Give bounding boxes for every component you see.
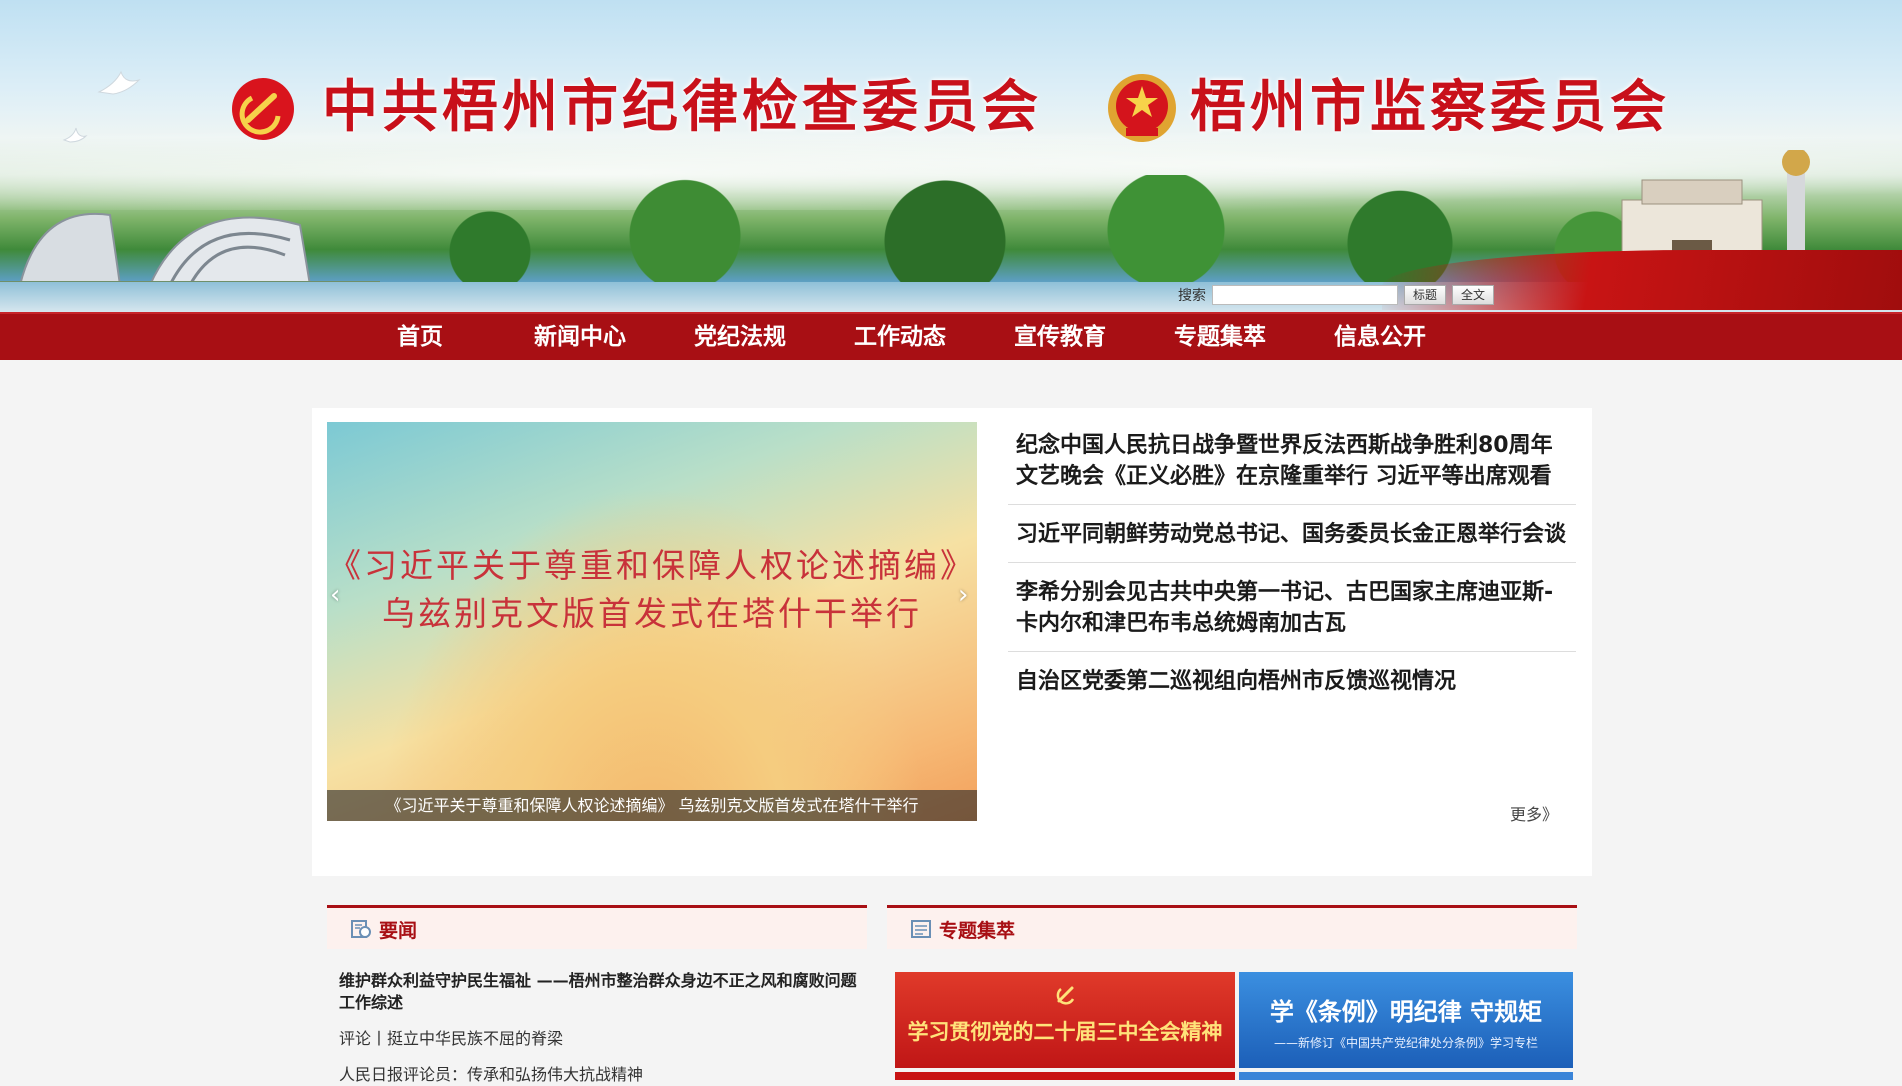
search-title-button[interactable]: 标题 [1404,285,1447,305]
topic-banner-plenum[interactable]: 学习贯彻党的二十届三中全会精神 [895,972,1235,1068]
search-input[interactable] [1212,285,1398,305]
dove-icon-small [62,127,88,143]
topic-banner-regulations-subtext: ——新修订《中国共产党纪律处分条例》学习专栏 [1273,1036,1538,1050]
nav-item-disclosure[interactable]: 信息公开 [1300,314,1460,360]
search-bar: 搜索 标题 全文 [1178,284,1495,306]
headline-list: 纪念中国人民抗日战争暨世界反法西斯战争胜利80周年文艺晚会《正义必胜》在京隆重举… [1008,430,1576,723]
slide-caption[interactable]: 《习近平关于尊重和保障人权论述摘编》 乌兹别克文版首发式在塔什干举行 [327,790,977,821]
nav-item-regulations[interactable]: 党纪法规 [660,314,820,360]
list-item: 习近平同朝鲜劳动党总书记、国务委员长金正恩举行会谈 [1008,519,1576,563]
topic-banner-plenum-text: 学习贯彻党的二十届三中全会精神 [907,1020,1223,1044]
headline-link[interactable]: 李希分别会见古共中央第一书记、古巴国家主席迪亚斯-卡内尔和津巴布韦总统姆南加古瓦 [1016,580,1553,636]
topic-banner-strip[interactable] [1239,1072,1573,1080]
news-icon [351,920,371,938]
party-emblem-icon [232,78,294,140]
nav-item-work-updates[interactable]: 工作动态 [820,314,980,360]
party-emblem-icon [1056,986,1075,1005]
search-fulltext-button[interactable]: 全文 [1452,285,1495,305]
headline-link[interactable]: 习近平同朝鲜劳动党总书记、国务委员长金正恩举行会谈 [1016,522,1566,547]
topics-title: 专题集萃 [939,920,1016,942]
search-label: 搜索 [1178,288,1206,304]
cdi-title: 中共梧州市纪律检查委员会 [322,74,1042,140]
list-item: 自治区党委第二巡视组向梧州市反馈巡视情况 [1008,666,1576,709]
topics-icon [911,920,931,938]
nav-item-topics[interactable]: 专题集萃 [1140,314,1300,360]
stadium-illustration [0,212,380,295]
yaowen-list: 维护群众利益守护民生福祉 ——梧州市整治群众身边不正之风和腐败问题工作综述 评论… [339,970,859,1086]
slide-title-line1: 《习近平关于尊重和保障人权论述摘编》 [328,546,976,585]
supervision-title: 梧州市监察委员会 [1190,74,1670,140]
header-banner: 中共梧州市纪律检查委员会 梧州市监察委员会 搜索 标题 全文 [0,0,1902,312]
nav-item-home[interactable]: 首页 [340,314,500,360]
topics-panel-header: 专题集萃 [887,905,1577,949]
main-nav: 首页 新闻中心 党纪法规 工作动态 宣传教育 专题集萃 信息公开 [0,312,1902,360]
yaowen-item-link[interactable]: 评论丨挺立中华民族不屈的脊梁 [339,1028,859,1050]
yaowen-item-link[interactable]: 人民日报评论员：传承和弘扬伟大抗战精神 [339,1064,859,1086]
list-item: 李希分别会见古共中央第一书记、古巴国家主席迪亚斯-卡内尔和津巴布韦总统姆南加古瓦 [1008,577,1576,652]
headline-link[interactable]: 纪念中国人民抗日战争暨世界反法西斯战争胜利80周年文艺晚会《正义必胜》在京隆重举… [1016,433,1553,489]
more-link[interactable]: 更多》 [1510,801,1558,825]
yaowen-panel-header: 要闻 [327,905,867,949]
slide-title-line2: 乌兹别克文版首发式在塔什干举行 [382,594,922,633]
national-emblem-icon [1108,74,1176,142]
chevron-left-icon[interactable]: ‹ [330,580,340,610]
yaowen-main-link[interactable]: 维护群众利益守护民生福祉 ——梧州市整治群众身边不正之风和腐败问题工作综述 [339,970,859,1014]
topic-banner-strip[interactable] [895,1072,1235,1080]
topic-banner-regulations[interactable]: 学《条例》明纪律 守规矩 ——新修订《中国共产党纪律处分条例》学习专栏 [1239,972,1573,1068]
headline-link[interactable]: 自治区党委第二巡视组向梧州市反馈巡视情况 [1016,669,1456,694]
chevron-right-icon[interactable]: › [958,580,968,610]
list-item: 纪念中国人民抗日战争暨世界反法西斯战争胜利80周年文艺晚会《正义必胜》在京隆重举… [1008,430,1576,505]
nav-item-education[interactable]: 宣传教育 [980,314,1140,360]
nav-item-news-center[interactable]: 新闻中心 [500,314,660,360]
yaowen-title: 要闻 [379,920,418,942]
topic-banner-regulations-text: 学《条例》明纪律 守规矩 [1269,998,1543,1026]
dove-icon [97,70,141,95]
